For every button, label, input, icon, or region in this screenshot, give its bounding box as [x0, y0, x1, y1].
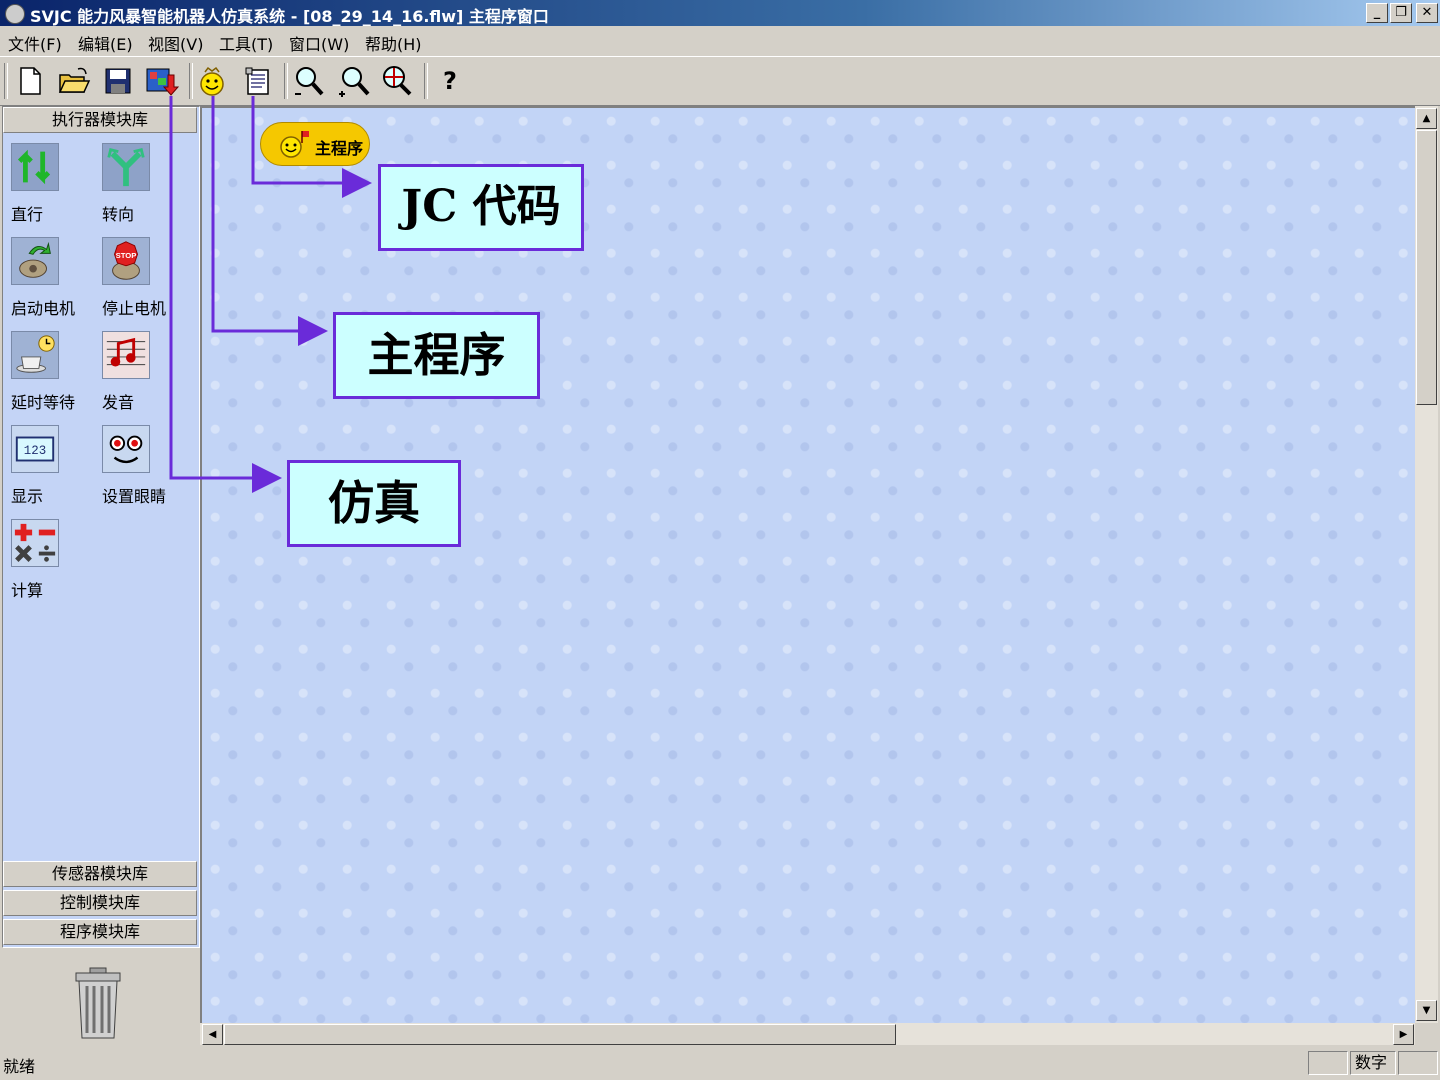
module-label: 停止电机 — [102, 299, 167, 318]
module-delay-wait[interactable]: 延时等待 — [5, 331, 95, 421]
zoom-out-icon[interactable] — [291, 63, 327, 99]
module-label: 显示 — [11, 487, 44, 506]
module-turn[interactable]: 转向 — [96, 143, 186, 233]
program-library-header[interactable]: 程序模块库 — [3, 919, 197, 945]
module-label: 直行 — [11, 205, 44, 224]
save-disk-icon[interactable] — [100, 63, 136, 99]
module-set-eyes[interactable]: 设置眼睛 — [96, 425, 186, 515]
status-bar: 就绪 数字 — [0, 1047, 1440, 1080]
module-sound[interactable]: 发音 — [96, 331, 186, 421]
sensor-library-header[interactable]: 传感器模块库 — [3, 861, 197, 887]
control-library-header[interactable]: 控制模块库 — [3, 890, 197, 916]
scroll-left-arrow-icon[interactable]: ◀ — [202, 1024, 223, 1045]
module-label: 设置眼睛 — [102, 487, 167, 506]
annotation-jc-code: JC 代码 — [378, 164, 584, 251]
annotation-simulation: 仿真 — [287, 460, 461, 547]
module-label: 发音 — [102, 393, 135, 412]
module-straight[interactable]: 直行 — [5, 143, 95, 233]
zoom-fit-icon[interactable] — [378, 63, 414, 99]
title-bar: SVJC 能力风暴智能机器人仿真系统 - [08_29_14_16.flw] 主… — [0, 0, 1440, 26]
module-library-panel: 执行器模块库 直行 转向 启动电机 STOP 停止电机 延时等待 发音 123 … — [2, 106, 200, 948]
new-file-icon[interactable] — [12, 63, 48, 99]
status-pane-extra — [1398, 1051, 1438, 1075]
status-pane-empty — [1308, 1051, 1348, 1075]
close-button[interactable]: ✕ — [1416, 3, 1438, 23]
main-node-label: 主程序 — [315, 139, 364, 158]
vertical-scrollbar[interactable]: ▲ ▼ — [1415, 106, 1438, 1023]
zoom-in-icon[interactable] — [335, 63, 371, 99]
trash-can-icon[interactable] — [72, 966, 124, 1040]
module-display[interactable]: 123 显示 — [5, 425, 95, 515]
menu-tools[interactable]: 工具(T) — [219, 31, 273, 55]
module-label: 转向 — [102, 205, 135, 224]
scroll-up-arrow-icon[interactable]: ▲ — [1416, 108, 1437, 129]
set-eyes-icon — [102, 425, 150, 473]
toolbar-grip — [4, 63, 8, 99]
simulate-download-icon[interactable] — [144, 63, 180, 99]
module-start-motor[interactable]: 启动电机 — [5, 237, 95, 327]
toolbar-separator — [284, 63, 288, 99]
sound-icon — [102, 331, 150, 379]
actuator-library-header[interactable]: 执行器模块库 — [3, 107, 197, 133]
module-stop-motor[interactable]: STOP 停止电机 — [96, 237, 186, 327]
menu-help[interactable]: 帮助(H) — [365, 31, 422, 55]
vertical-scroll-thumb[interactable] — [1416, 130, 1437, 405]
module-label: 启动电机 — [11, 299, 76, 318]
turn-icon — [102, 143, 150, 191]
main-program-smiley-icon[interactable] — [194, 63, 230, 99]
status-pane-numlock: 数字 — [1350, 1051, 1396, 1075]
toolbar-separator — [189, 63, 193, 99]
delay-wait-icon — [11, 331, 59, 379]
annotation-main-program: 主程序 — [333, 312, 540, 399]
jc-code-icon[interactable] — [240, 63, 276, 99]
smiley-icon — [280, 131, 309, 158]
toolbar-separator — [424, 63, 428, 99]
status-text: 就绪 — [3, 1057, 36, 1076]
restore-button[interactable]: ❐ — [1390, 3, 1412, 23]
app-icon — [5, 4, 25, 24]
stop-sign-text: STOP — [116, 251, 137, 260]
menu-edit[interactable]: 编辑(E) — [78, 31, 133, 55]
calculate-icon — [11, 519, 59, 567]
menu-view[interactable]: 视图(V) — [148, 31, 203, 55]
module-label: 延时等待 — [11, 393, 76, 412]
minimize-button[interactable]: _ — [1366, 3, 1388, 23]
display-icon: 123 — [11, 425, 59, 473]
straight-icon — [11, 143, 59, 191]
open-folder-icon[interactable] — [56, 63, 92, 99]
module-label: 计算 — [11, 581, 44, 600]
menu-bar: 文件(F) 编辑(E) 视图(V) 工具(T) 窗口(W) 帮助(H) — [0, 27, 1440, 55]
display-value: 123 — [24, 444, 46, 458]
scroll-right-arrow-icon[interactable]: ▶ — [1393, 1024, 1414, 1045]
start-motor-icon — [11, 237, 59, 285]
stop-motor-icon: STOP — [102, 237, 150, 285]
toolbar: ? — [0, 56, 1440, 106]
help-icon[interactable]: ? — [432, 63, 468, 99]
horizontal-scroll-thumb[interactable] — [224, 1024, 896, 1045]
horizontal-scrollbar[interactable]: ◀ ▶ — [200, 1023, 1415, 1045]
menu-file[interactable]: 文件(F) — [8, 31, 62, 55]
module-calculate[interactable]: 计算 — [5, 519, 95, 609]
menu-window[interactable]: 窗口(W) — [289, 31, 349, 55]
main-program-node[interactable]: 主程序 — [260, 122, 370, 166]
window-title: SVJC 能力风暴智能机器人仿真系统 - [08_29_14_16.flw] 主… — [30, 7, 549, 26]
scroll-down-arrow-icon[interactable]: ▼ — [1416, 1000, 1437, 1021]
